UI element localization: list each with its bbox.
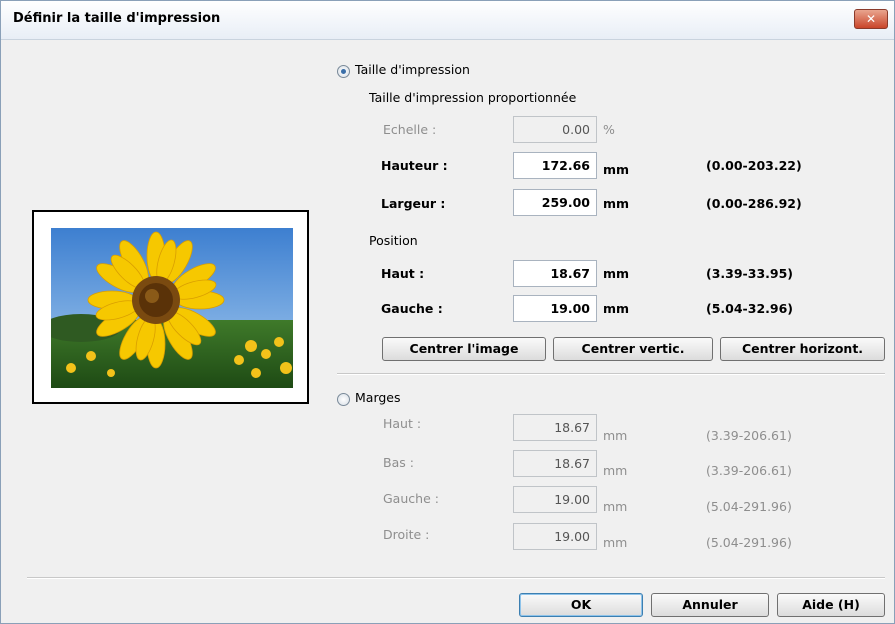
width-label: Largeur : [381,196,446,211]
margins-radio-label[interactable]: Marges [355,390,401,405]
sunflower-image [51,228,293,388]
ok-button[interactable]: OK [519,593,643,617]
width-unit: mm [603,196,630,211]
margin-bottom-range: (3.39-206.61) [706,463,792,478]
margin-top-label: Haut : [383,416,422,431]
close-button[interactable]: ✕ [854,9,888,29]
height-label: Hauteur : [381,158,448,173]
height-range: (0.00-203.22) [706,158,802,173]
proportional-size-heading: Taille d'impression proportionnée [369,90,577,105]
position-top-input[interactable]: 18.67 [513,260,597,287]
position-heading: Position [369,233,418,248]
margin-top-input[interactable]: 18.67 [513,414,597,441]
margin-top-range: (3.39-206.61) [706,428,792,443]
margin-bottom-input[interactable]: 18.67 [513,450,597,477]
margin-right-input[interactable]: 19.00 [513,523,597,550]
width-range: (0.00-286.92) [706,196,802,211]
print-size-radio-label[interactable]: Taille d'impression [355,62,470,77]
margin-left-label: Gauche : [383,491,439,506]
margin-bottom-unit: mm [603,463,628,478]
margin-right-range: (5.04-291.96) [706,535,792,550]
position-left-range: (5.04-32.96) [706,301,793,316]
position-top-range: (3.39-33.95) [706,266,793,281]
position-left-input[interactable]: 19.00 [513,295,597,322]
print-size-radio[interactable] [337,65,350,78]
title-bar: Définir la taille d'impression ✕ [1,1,894,40]
print-preview [32,210,309,404]
scale-label: Echelle : [383,122,437,137]
center-image-button[interactable]: Centrer l'image [382,337,546,361]
scale-unit: % [603,122,615,137]
position-top-unit: mm [603,266,630,281]
margin-left-range: (5.04-291.96) [706,499,792,514]
dialog-window: Définir la taille d'impression ✕ Taille … [0,0,895,624]
position-top-label: Haut : [381,266,425,281]
help-button[interactable]: Aide (H) [777,593,885,617]
margin-left-unit: mm [603,499,628,514]
center-vertical-button[interactable]: Centrer vertic. [553,337,713,361]
footer-divider [27,577,885,579]
margin-right-unit: mm [603,535,628,550]
center-horizontal-button[interactable]: Centrer horizont. [720,337,885,361]
section-divider [337,373,885,375]
height-unit: mm [603,162,630,177]
position-left-unit: mm [603,301,630,316]
width-input[interactable]: 259.00 [513,189,597,216]
height-input[interactable]: 172.66 [513,152,597,179]
margins-radio[interactable] [337,393,350,406]
scale-input[interactable]: 0.00 [513,116,597,143]
margin-top-unit: mm [603,428,628,443]
position-left-label: Gauche : [381,301,443,316]
margin-bottom-label: Bas : [383,455,414,470]
window-title: Définir la taille d'impression [13,11,221,26]
margin-right-label: Droite : [383,527,430,542]
cancel-button[interactable]: Annuler [651,593,769,617]
margin-left-input[interactable]: 19.00 [513,486,597,513]
